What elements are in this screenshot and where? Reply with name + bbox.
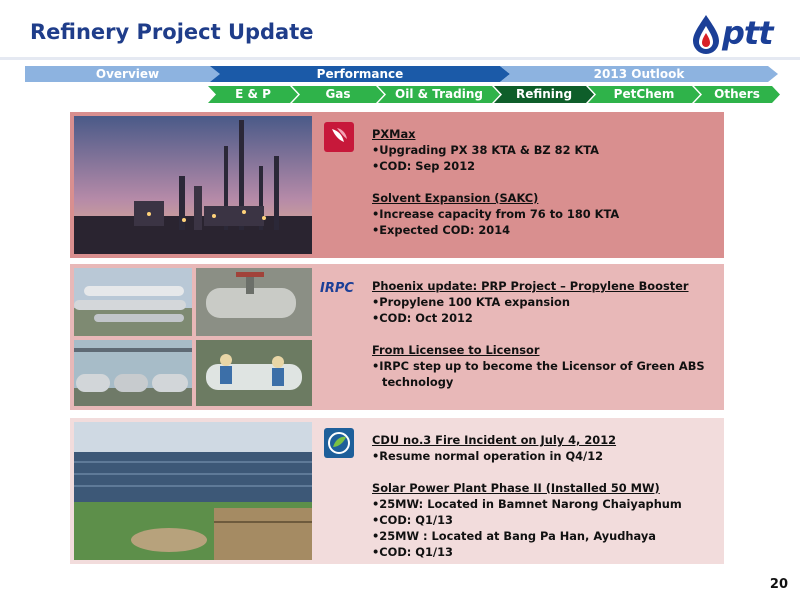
section-heading: CDU no.3 Fire Incident on July 4, 2012 [372,433,617,447]
irpc-logo-icon: IRPC [320,274,360,304]
bullet-item: 25MW : Located at Bang Pa Han, Ayudhaya [372,528,722,544]
nav-2013-outlook[interactable]: 2013 Outlook [500,66,778,82]
refinery-night-photo [74,116,312,254]
section-heading: Phoenix update: PRP Project – Propylene … [372,279,689,293]
subnav-e-and-p[interactable]: E & P [208,86,298,103]
bangchak-panel: CDU no.3 Fire Incident on July 4, 2012 R… [70,418,724,564]
subnav-others[interactable]: Others [694,86,780,103]
bangchak-logo-icon [324,428,354,458]
irpc-logo-text: IRPC [320,281,354,296]
bullet-item: Upgrading PX 38 KTA & BZ 82 KTA [372,142,722,158]
bullet-item: Increase capacity from 76 to 180 KTA [372,206,722,222]
tanks-photo [74,340,192,406]
workers-photo [196,340,312,406]
subnav-petchem[interactable]: PetChem [588,86,700,103]
subnav-refining[interactable]: Refining [494,86,594,103]
solar-plant-photo [74,422,312,560]
bullet-item: COD: Oct 2012 [372,310,722,326]
logo-wordmark: ptt [722,14,773,52]
subnav-oil-trading[interactable]: Oil & Trading [378,86,500,103]
thaioil-logo-icon [324,122,354,152]
bangchak-updates: CDU no.3 Fire Incident on July 4, 2012 R… [372,432,722,560]
bullet-item: 25MW: Located in Bamnet Narong Chaiyaphu… [372,496,722,512]
ptt-logo: ptt [690,12,786,56]
irpc-updates: Phoenix update: PRP Project – Propylene … [372,278,722,390]
subnav-gas[interactable]: Gas [292,86,384,103]
section-heading: Solvent Expansion (SAKC) [372,191,539,205]
nav-overview[interactable]: Overview [25,66,230,82]
bullet-item: COD: Q1/13 [372,512,722,528]
bullet-item: IRPC step up to become the Licensor of G… [372,358,722,390]
nav-performance[interactable]: Performance [210,66,510,82]
irpc-panel: IRPC Phoenix update: PRP Project – Propy… [70,264,724,410]
bullet-item: COD: Q1/13 [372,544,722,560]
bullet-item: COD: Sep 2012 [372,158,722,174]
page-number: 20 [769,577,788,592]
thaioil-updates: PXMax Upgrading PX 38 KTA & BZ 82 KTA CO… [372,126,722,238]
section-heading: PXMax [372,127,416,141]
valve-photo [196,268,312,336]
bullet-item: Propylene 100 KTA expansion [372,294,722,310]
bullet-item: Resume normal operation in Q4/12 [372,448,722,464]
thaioil-panel: PXMax Upgrading PX 38 KTA & BZ 82 KTA CO… [70,112,724,258]
section-heading: Solar Power Plant Phase II (Installed 50… [372,481,660,495]
header-divider [0,57,800,60]
section-heading: From Licensee to Licensor [372,343,540,357]
bullet-item: Expected COD: 2014 [372,222,722,238]
flame-drop-icon [693,15,719,54]
pipes-photo [74,268,192,336]
page-title: Refinery Project Update [30,20,314,44]
